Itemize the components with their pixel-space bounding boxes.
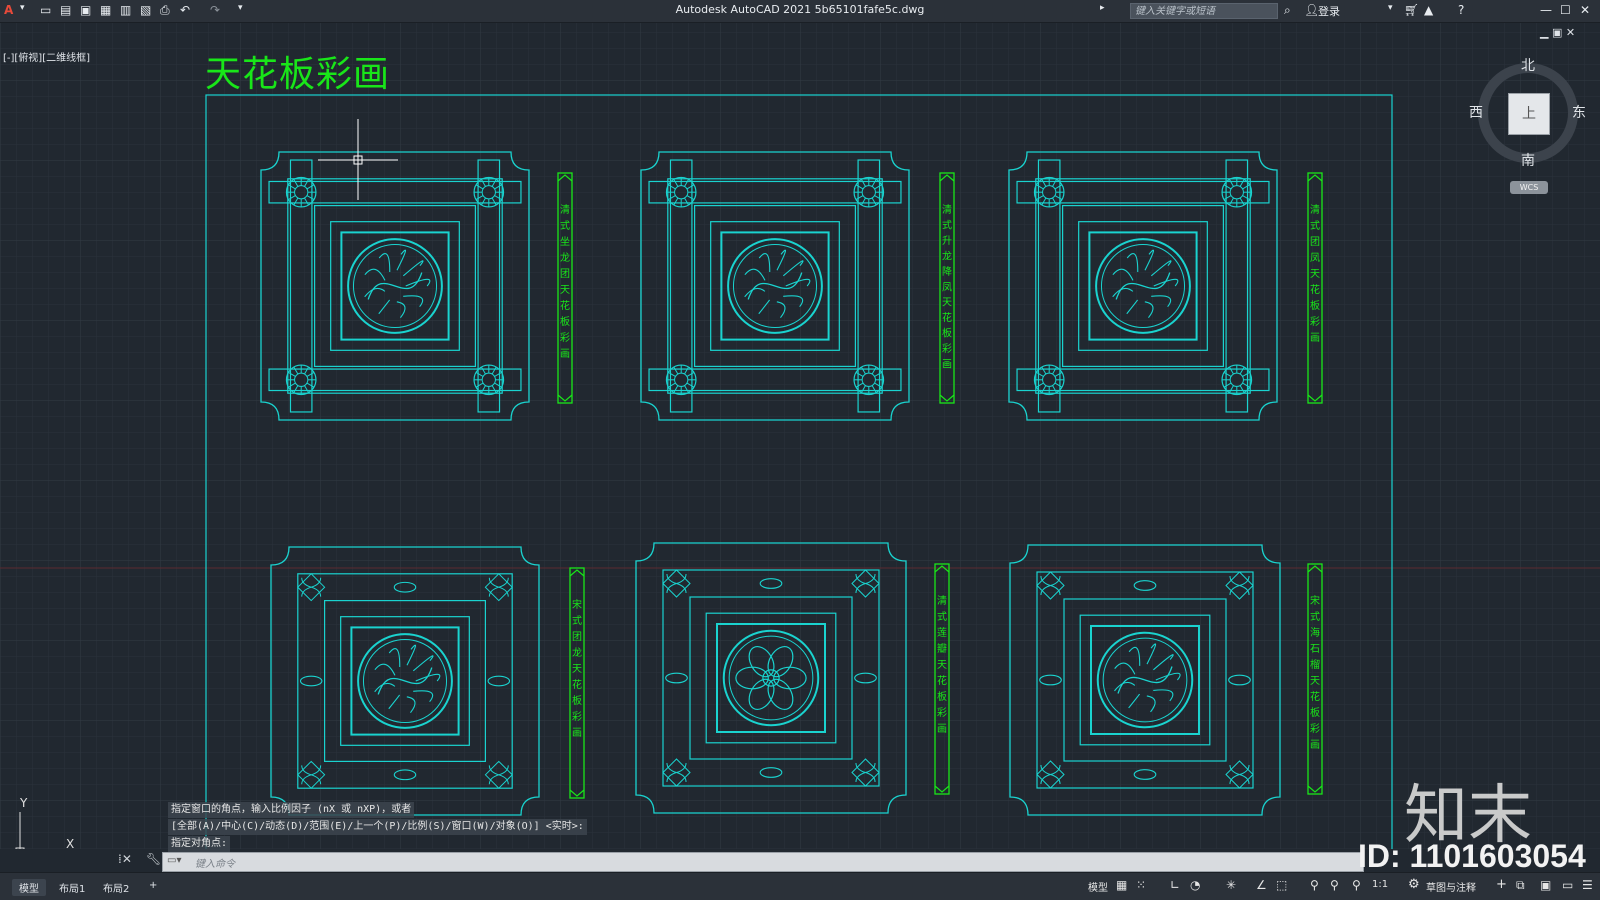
snap-icon[interactable]: ⁙ — [1136, 878, 1146, 892]
save-icon[interactable]: ▣ — [80, 3, 91, 17]
panel-caption-text: 清式团凤天花板彩画 — [1310, 203, 1320, 344]
search-input[interactable]: 键入关键字或短语 — [1130, 3, 1278, 19]
command-history-line: 指定窗口的角点，输入比例因子 (nX 或 nXP)，或者 — [168, 802, 415, 818]
panel-caption-text: 宋式团龙天花板彩画 — [572, 598, 582, 739]
workspace-switch[interactable]: 草图与注释 — [1426, 879, 1476, 894]
undo-icon[interactable]: ↶ — [180, 3, 190, 17]
lineweight-icon[interactable]: ∠ — [1256, 878, 1267, 892]
tab-model[interactable]: 模型 — [12, 879, 46, 896]
open-file-icon[interactable]: ▤ — [60, 3, 71, 17]
publish-icon[interactable]: ▥ — [120, 3, 131, 17]
drawing-title: 天花板彩画 — [205, 54, 391, 95]
viewcube-south[interactable]: 南 — [1521, 150, 1535, 170]
add-layout-icon[interactable]: + — [142, 879, 164, 892]
annotation-scale[interactable]: 1:1 — [1372, 879, 1388, 890]
app-menu-dropdown-icon[interactable]: ▾ — [20, 3, 25, 13]
panel-caption: 清式升龙降凤天花板彩画 — [939, 172, 955, 404]
status-bar: 模型 布局1 布局2 + 模型 ▦ ⁙ ∟ ◔ ✳ ∠ ⬚ ⚲ ⚲ ⚲ 1:1 … — [0, 872, 1600, 900]
grid-icon[interactable]: ▦ — [1116, 878, 1127, 892]
command-close-icon[interactable]: ⁞✕ — [118, 852, 132, 866]
ucs-x-label: X — [66, 837, 75, 849]
cart-icon[interactable]: 🛒︎ — [1404, 3, 1419, 17]
hardware-accel-icon[interactable]: ▣ — [1540, 878, 1551, 892]
minimize-icon[interactable]: — — [1540, 3, 1552, 17]
expand-arrow-icon[interactable]: ▸ — [1100, 3, 1105, 13]
units-plus-icon[interactable]: + — [1496, 877, 1507, 892]
tab-layout1[interactable]: 布局1 — [52, 879, 92, 896]
login-button[interactable]: 登录 — [1318, 3, 1340, 19]
selection-cycling-icon[interactable]: ⬚ — [1276, 878, 1287, 892]
print-icon[interactable]: ⎙ — [160, 3, 170, 18]
viewcube-east[interactable]: 东 — [1572, 102, 1586, 122]
command-history-line: 指定对角点: — [168, 836, 231, 852]
help-icon[interactable]: ? — [1458, 3, 1464, 17]
annotation-visibility-icon[interactable]: ⚲ — [1310, 878, 1319, 892]
maximize-icon[interactable]: ☐ — [1560, 3, 1571, 17]
osnap-icon[interactable]: ✳ — [1226, 878, 1236, 892]
command-line[interactable]: ▭▾ 键入命令 — [162, 852, 1364, 872]
autocad-logo-icon[interactable]: A — [4, 3, 13, 17]
command-prompt-icon: ▭▾ — [167, 855, 182, 866]
ortho-icon[interactable]: ∟ — [1170, 878, 1180, 892]
status-model-button[interactable]: 模型 — [1088, 879, 1108, 894]
polar-icon[interactable]: ◔ — [1190, 878, 1200, 892]
title-bar: A ▾ ▭ ▤ ▣ ▦ ▥ ▧ ⎙ ↶ ↷ ▾ Autodesk AutoCAD… — [0, 0, 1600, 23]
customize-toolbar-icon[interactable]: ▾ — [238, 3, 243, 13]
viewcube[interactable]: 北 南 东 西 上 WCS — [1460, 55, 1600, 205]
watermark-id: ID: 1101603054 — [1358, 838, 1586, 874]
viewport-window-controls[interactable]: ▁ ▣ ✕ — [1540, 26, 1575, 39]
new-file-icon[interactable]: ▭ — [40, 3, 51, 17]
ucs-y-label: Y — [20, 796, 28, 810]
command-input[interactable]: 键入命令 — [195, 855, 235, 870]
close-icon[interactable]: ✕ — [1580, 3, 1590, 17]
tab-layout2[interactable]: 布局2 — [96, 879, 136, 896]
user-icon[interactable]: 👤︎ — [1304, 3, 1319, 17]
drawing-viewport[interactable]: 清式坐龙团天花板彩画 清式升龙降凤天花板彩画 清式团凤天花板彩画 宋式团龙天花板彩画清… — [0, 23, 1600, 849]
command-history: 指定窗口的角点，输入比例因子 (nX 或 nXP)，或者 [全部(A)/中心(C… — [168, 802, 587, 853]
login-dropdown-icon[interactable]: ▾ — [1388, 3, 1393, 13]
viewcube-north[interactable]: 北 — [1521, 55, 1535, 75]
save-as-icon[interactable]: ▦ — [100, 3, 111, 17]
plot-preview-icon[interactable]: ▧ — [140, 3, 151, 17]
viewcube-west[interactable]: 西 — [1469, 102, 1483, 122]
redo-icon[interactable]: ↷ — [210, 3, 220, 17]
viewcube-top-face[interactable]: 上 — [1508, 93, 1550, 135]
drawing-canvas[interactable]: 清式坐龙团天花板彩画清式升龙降凤天花板彩画清式团凤天花板彩画宋式团龙天花板彩画清… — [0, 23, 1600, 849]
workspace-gear-icon[interactable]: ⚙ — [1408, 877, 1420, 892]
customization-menu-icon[interactable]: ☰ — [1582, 878, 1593, 892]
auto-scale-icon[interactable]: ⚲ — [1330, 878, 1339, 892]
command-customize-icon[interactable]: 🔧︎ — [146, 852, 161, 866]
isolate-objects-icon[interactable]: ⧉ — [1516, 878, 1525, 893]
a360-icon[interactable]: ▲ — [1424, 3, 1433, 17]
command-history-line: [全部(A)/中心(C)/动态(D)/范围(E)/上一个(P)/比例(S)/窗口… — [168, 819, 587, 835]
search-icon[interactable]: ⌕ — [1284, 3, 1291, 18]
annotation-scale-icon[interactable]: ⚲ — [1352, 878, 1361, 892]
wcs-menu[interactable]: WCS — [1510, 181, 1548, 194]
clean-screen-icon[interactable]: ▭ — [1562, 878, 1573, 892]
panel-caption-text: 清式莲瓣天花板彩画 — [937, 594, 947, 735]
viewport-controls-label[interactable]: [-][俯视][二维线框] — [3, 49, 90, 64]
panel-caption-text: 清式升龙降凤天花板彩画 — [942, 203, 952, 371]
